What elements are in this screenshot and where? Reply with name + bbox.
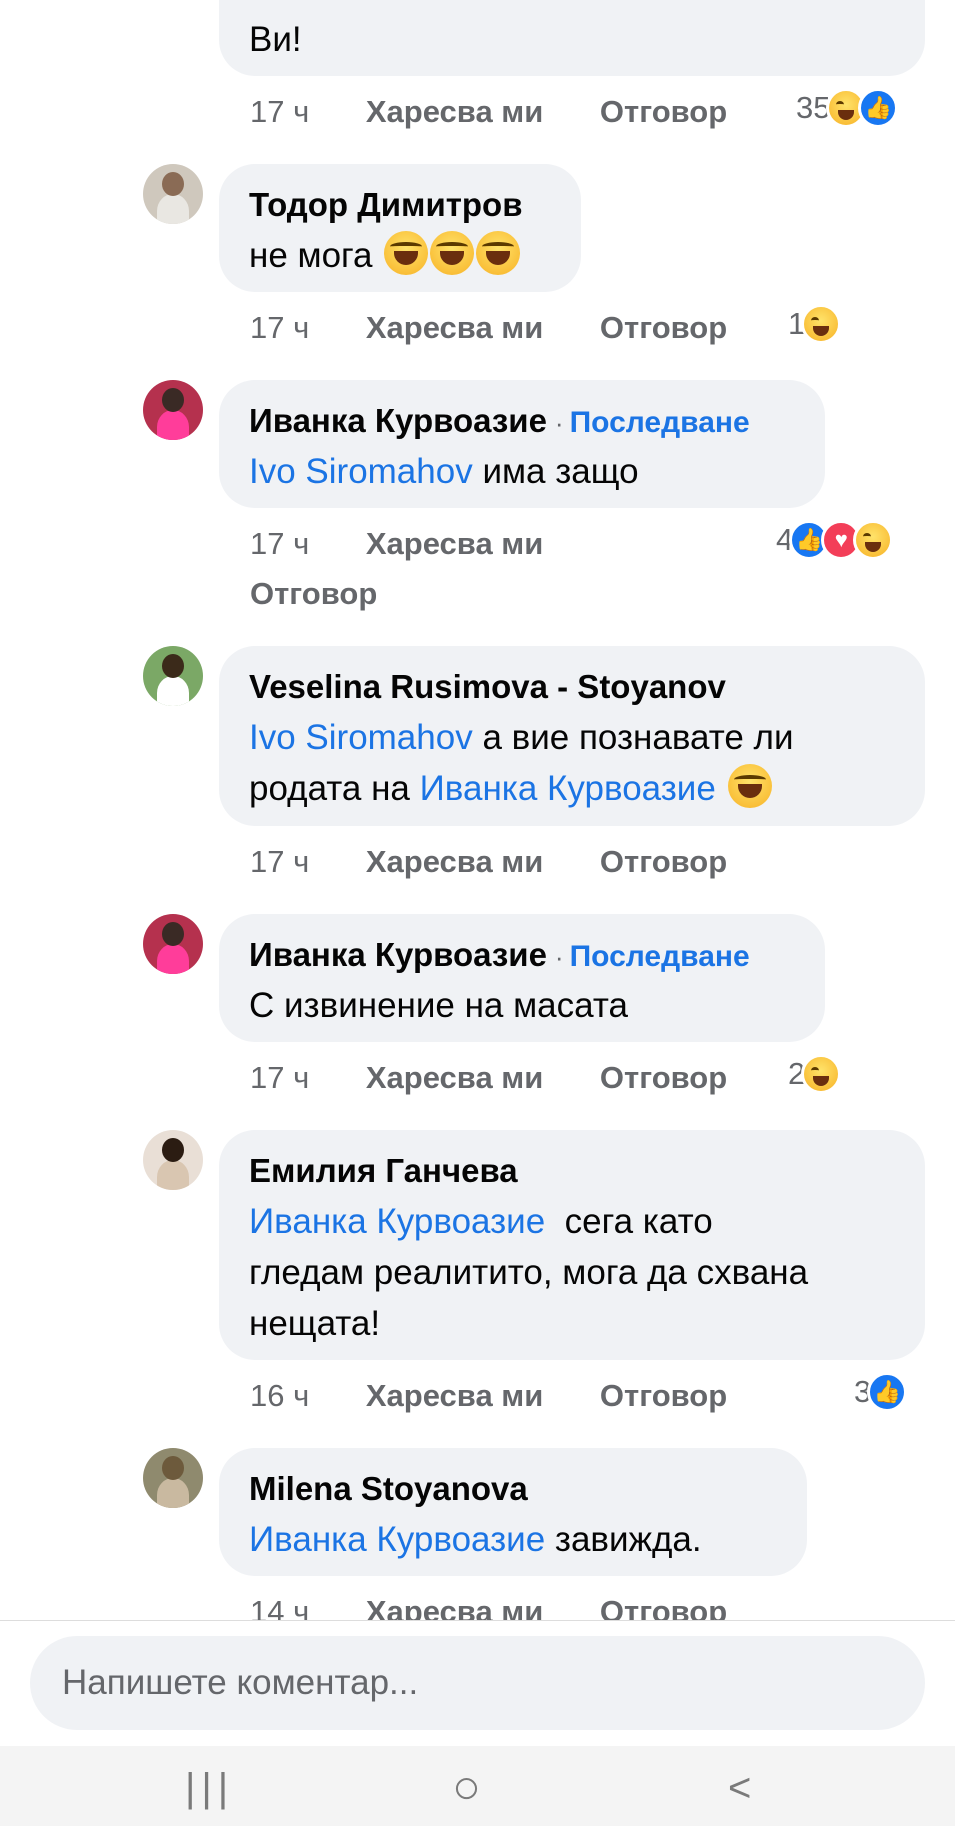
- comment-bubble: Тодор Димитров не мога: [219, 164, 581, 292]
- reply-link[interactable]: Отговор: [250, 576, 377, 611]
- author-line: Иванка Курвоазие · Последване: [249, 396, 795, 446]
- comment-composer-bar: Напишете коментар...: [0, 1620, 955, 1746]
- reply-link[interactable]: Отговор: [600, 1378, 727, 1413]
- comment-time: 17 ч: [250, 1060, 310, 1095]
- comment-text: нещата!: [249, 1304, 381, 1343]
- author-name[interactable]: Иванка Курвоазие: [249, 396, 547, 446]
- back-button[interactable]: <: [728, 1766, 751, 1810]
- comment-text: не мога: [249, 230, 551, 281]
- laughing-emoji-icon: [430, 231, 475, 275]
- haha-icon: [801, 304, 842, 344]
- comment-bubble: Иванка Курвоазие · Последване С извинени…: [219, 914, 825, 1042]
- comment-meta: 16 ч Харесва ми Отговор: [250, 1378, 727, 1414]
- reply-link[interactable]: Отговор: [600, 310, 727, 345]
- comment-input[interactable]: Напишете коментар...: [30, 1636, 925, 1730]
- author-line: Емилия Ганчева: [249, 1146, 895, 1196]
- like-link[interactable]: Харесва ми: [366, 844, 543, 879]
- author-name[interactable]: Иванка Курвоазие: [249, 930, 547, 980]
- comment-text: гледам реалитито, мога да схвана: [249, 1253, 809, 1292]
- home-button[interactable]: ○: [452, 1764, 481, 1812]
- author-name[interactable]: Емилия Ганчева: [249, 1146, 518, 1196]
- mention-link[interactable]: Иванка Курвоазие: [420, 769, 716, 808]
- reaction-summary[interactable]: 3 👍: [854, 1372, 908, 1412]
- like-icon: 👍: [858, 88, 899, 128]
- reaction-summary[interactable]: 2: [788, 1054, 842, 1094]
- mention-link[interactable]: Ivo Siromahov: [249, 452, 473, 491]
- reaction-summary[interactable]: 1: [788, 304, 842, 344]
- mention-link[interactable]: Иванка Курвоазие: [249, 1520, 545, 1559]
- like-link[interactable]: Харесва ми: [366, 310, 543, 345]
- author-name[interactable]: Veselina Rusimova - Stoyanov: [249, 662, 726, 712]
- comment-time: 17 ч: [250, 844, 310, 879]
- reply-link[interactable]: Отговор: [600, 94, 727, 129]
- system-navigation-bar: ||| ○ <: [0, 1746, 955, 1826]
- comment-time: 17 ч: [250, 310, 310, 345]
- comment-time: 16 ч: [250, 1378, 310, 1413]
- comment-bubble: Veselina Rusimova - Stoyanov Ivo Siromah…: [219, 646, 925, 826]
- comment-meta: Отговор: [250, 576, 377, 612]
- laughing-emoji-icon: [476, 231, 521, 275]
- haha-icon: [853, 520, 894, 560]
- comment-meta: 17 ч Харесва ми: [250, 526, 543, 562]
- author-name[interactable]: Milena Stoyanova: [249, 1464, 528, 1514]
- reaction-count: 35: [796, 90, 831, 125]
- mention-link[interactable]: Иванка Курвоазие: [249, 1202, 545, 1241]
- reply-link[interactable]: Отговор: [600, 1060, 727, 1095]
- avatar[interactable]: [143, 914, 203, 974]
- like-link[interactable]: Харесва ми: [366, 1060, 543, 1095]
- comment-meta: 17 ч Харесва ми Отговор: [250, 844, 727, 880]
- reply-link[interactable]: Отговор: [600, 844, 727, 879]
- mention-link[interactable]: Ivo Siromahov: [249, 718, 473, 757]
- comment-meta: 17 ч Харесва ми Отговор: [250, 94, 727, 130]
- comment-text: С извинение на масата: [249, 986, 628, 1025]
- follow-button[interactable]: Последване: [570, 940, 750, 974]
- comment-bubble: Иванка Курвоазие · Последване Ivo Siroma…: [219, 380, 825, 508]
- reaction-summary[interactable]: 4 👍 ♥: [776, 520, 894, 560]
- comment-text: Ivo Siromahov а вие познавате ли: [249, 718, 794, 757]
- comment-text: Ви!: [249, 20, 302, 59]
- comment-time: 17 ч: [250, 526, 310, 561]
- like-link[interactable]: Харесва ми: [366, 1378, 543, 1413]
- recent-apps-button[interactable]: |||: [185, 1766, 234, 1810]
- like-link[interactable]: Харесва ми: [366, 526, 543, 561]
- avatar[interactable]: [143, 164, 203, 224]
- comment-bubble: Емилия Ганчева Иванка Курвоазие сега кат…: [219, 1130, 925, 1360]
- comment-meta: 17 ч Харесва ми Отговор: [250, 1060, 727, 1096]
- comment-text: родата на Иванка Курвоазие: [249, 763, 895, 814]
- haha-icon: [801, 1054, 842, 1094]
- follow-button[interactable]: Последване: [570, 406, 750, 440]
- avatar[interactable]: [143, 1448, 203, 1508]
- comment-time: 17 ч: [250, 94, 310, 129]
- author-line: Veselina Rusimova - Stoyanov: [249, 662, 895, 712]
- like-link[interactable]: Харесва ми: [366, 94, 543, 129]
- comment-text: Иванка Курвоазие завижда.: [249, 1520, 702, 1559]
- avatar[interactable]: [143, 1130, 203, 1190]
- laughing-emoji-icon: [727, 764, 772, 808]
- reaction-summary[interactable]: 35 👍: [796, 88, 899, 128]
- avatar[interactable]: [143, 646, 203, 706]
- laughing-emoji-icon: [384, 231, 429, 275]
- comment-bubble: Milena Stoyanova Иванка Курвоазие завижд…: [219, 1448, 807, 1576]
- author-line: Иванка Курвоазие · Последване: [249, 930, 795, 980]
- author-line: Milena Stoyanova: [249, 1464, 777, 1514]
- comment-text: Ivo Siromahov има защо: [249, 452, 639, 491]
- avatar[interactable]: [143, 380, 203, 440]
- comments-screen: Ви! 17 ч Харесва ми Отговор 35 👍 Тодор Д…: [0, 0, 955, 1826]
- comment-text: Иванка Курвоазие сега като: [249, 1202, 713, 1241]
- like-icon: 👍: [867, 1372, 908, 1412]
- comment-meta: 17 ч Харесва ми Отговор: [250, 310, 727, 346]
- author-name[interactable]: Тодор Димитров: [249, 180, 523, 230]
- comment-bubble: Ви!: [219, 0, 925, 76]
- author-line: Тодор Димитров: [249, 180, 551, 230]
